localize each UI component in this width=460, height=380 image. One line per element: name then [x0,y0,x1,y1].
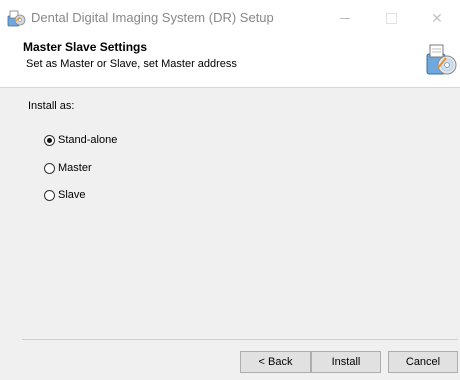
maximize-icon [385,12,397,24]
radio-standalone-label: Stand-alone [58,134,118,146]
radio-button[interactable] [44,162,55,174]
radio-slave-label: Slave [58,189,86,201]
title-bar: Dental Digital Imaging System (DR) Setup… [0,0,460,36]
footer-divider [22,339,458,340]
page-title: Master Slave Settings [23,40,148,54]
maximize-button[interactable] [368,0,414,36]
setup-icon [426,44,457,75]
cancel-button[interactable]: Cancel [388,351,458,373]
window-title: Dental Digital Imaging System (DR) Setup [31,10,274,25]
minimize-button[interactable] [322,0,368,36]
radio-button-checked[interactable] [44,134,55,146]
radio-master-label: Master [58,162,92,174]
setup-icon [7,10,26,27]
radio-master[interactable]: Master [44,162,92,174]
back-button[interactable]: < Back [240,351,311,373]
install-button[interactable]: Install [311,351,381,373]
radio-standalone[interactable]: Stand-alone [44,134,117,146]
radio-slave[interactable]: Slave [44,189,86,201]
page-subtitle: Set as Master or Slave, set Master addre… [26,58,237,70]
close-button[interactable]: ✕ [414,0,460,36]
close-icon: ✕ [431,9,443,26]
wizard-body: Install as: Stand-alone Master Slave < B… [0,88,460,380]
install-as-label: Install as: [28,100,75,112]
wizard-header: Master Slave Settings Set as Master or S… [0,36,460,87]
minimize-icon [340,17,350,19]
radio-button[interactable] [44,189,55,201]
